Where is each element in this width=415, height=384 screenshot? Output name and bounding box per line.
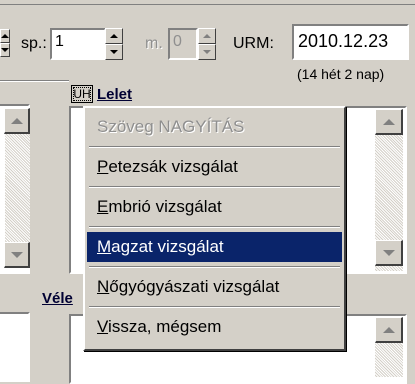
sp-value: 1: [55, 33, 64, 50]
urm-date-value: 2010.12.23: [298, 31, 389, 51]
m-label: m.: [145, 35, 163, 52]
menu-separator: [89, 186, 340, 188]
uh-button[interactable]: UH: [71, 85, 93, 103]
menu-item-label: etezsák vizsgálat: [108, 157, 238, 176]
left-lower-text-area[interactable]: [0, 312, 30, 382]
menu-item-mnemonic: P: [97, 157, 109, 176]
left-scroll-down-button[interactable]: [4, 242, 30, 268]
velemeny-scroll-up-button[interactable]: [375, 317, 403, 343]
arrow-up-icon: [1, 34, 9, 38]
lelet-scroll-down-button[interactable]: [375, 240, 403, 266]
scroll-up-icon: [382, 118, 395, 125]
arrow-down-icon: [203, 50, 211, 54]
arrow-up-icon: [110, 34, 118, 38]
sp-spin-up-button[interactable]: [105, 28, 123, 44]
menu-item-magzat[interactable]: Magzat vizsgálat: [87, 232, 342, 262]
uh-button-label: UH: [73, 87, 91, 101]
section-divider: [0, 80, 69, 82]
m-input[interactable]: 0: [168, 28, 198, 60]
lelet-label: Lelet: [97, 86, 133, 103]
sp-spin-down-button[interactable]: [105, 44, 123, 60]
menu-separator: [89, 146, 340, 148]
left-scroll-up-button[interactable]: [4, 108, 30, 134]
menu-separator: [89, 226, 340, 228]
sp-label: sp.:: [21, 35, 47, 52]
menu-item-label: mbrió vizsgálat: [108, 197, 222, 216]
urm-info-text: (14 hét 2 nap): [297, 66, 385, 82]
scroll-up-icon: [10, 117, 23, 124]
menu-item-mnemonic: V: [97, 317, 109, 336]
menu-separator: [89, 306, 340, 308]
sp-input[interactable]: 1: [50, 28, 106, 60]
menu-item-zoom-text[interactable]: Szöveg NAGYÍTÁS: [87, 112, 342, 142]
left-spin-down-button[interactable]: [0, 43, 10, 57]
menu-item-label: agzat vizsgálat: [111, 237, 224, 256]
m-spin-up-button[interactable]: [198, 28, 216, 44]
m-value: 0: [173, 33, 182, 50]
scroll-down-icon: [382, 249, 395, 256]
scroll-up-icon: [382, 326, 395, 333]
menu-item-petezsak[interactable]: Petezsák vizsgálat: [87, 152, 342, 182]
menu-item-label: Szöveg NAGYÍTÁS: [97, 117, 245, 136]
urm-date-input[interactable]: 2010.12.23: [292, 24, 409, 60]
arrow-down-icon: [1, 48, 9, 52]
velemeny-label: Véle: [42, 290, 73, 307]
menu-item-label: őgyógyászati vizsgálat: [109, 277, 280, 296]
menu-item-mnemonic: M: [97, 237, 112, 256]
menu-item-label: issza, mégsem: [108, 317, 222, 336]
scroll-down-icon: [10, 251, 23, 258]
menu-item-nogyogyaszati[interactable]: Nőgyógyászati vizsgálat: [87, 272, 342, 302]
context-menu: Szöveg NAGYÍTÁS Petezsák vizsgálat Embri…: [83, 106, 346, 351]
lelet-scroll-up-button[interactable]: [375, 109, 403, 135]
arrow-down-icon: [110, 50, 118, 54]
urm-label: URM:: [233, 35, 274, 52]
left-spin-up-button[interactable]: [0, 29, 10, 43]
menu-item-embrio[interactable]: Embrió vizsgálat: [87, 192, 342, 222]
menu-item-vissza[interactable]: Vissza, mégsem: [87, 312, 342, 342]
menu-separator: [89, 266, 340, 268]
top-frame-line: [0, 0, 415, 5]
m-spin-down-button[interactable]: [198, 44, 216, 60]
menu-item-mnemonic: E: [97, 197, 109, 216]
menu-item-mnemonic: N: [97, 277, 110, 296]
arrow-up-icon: [203, 34, 211, 38]
